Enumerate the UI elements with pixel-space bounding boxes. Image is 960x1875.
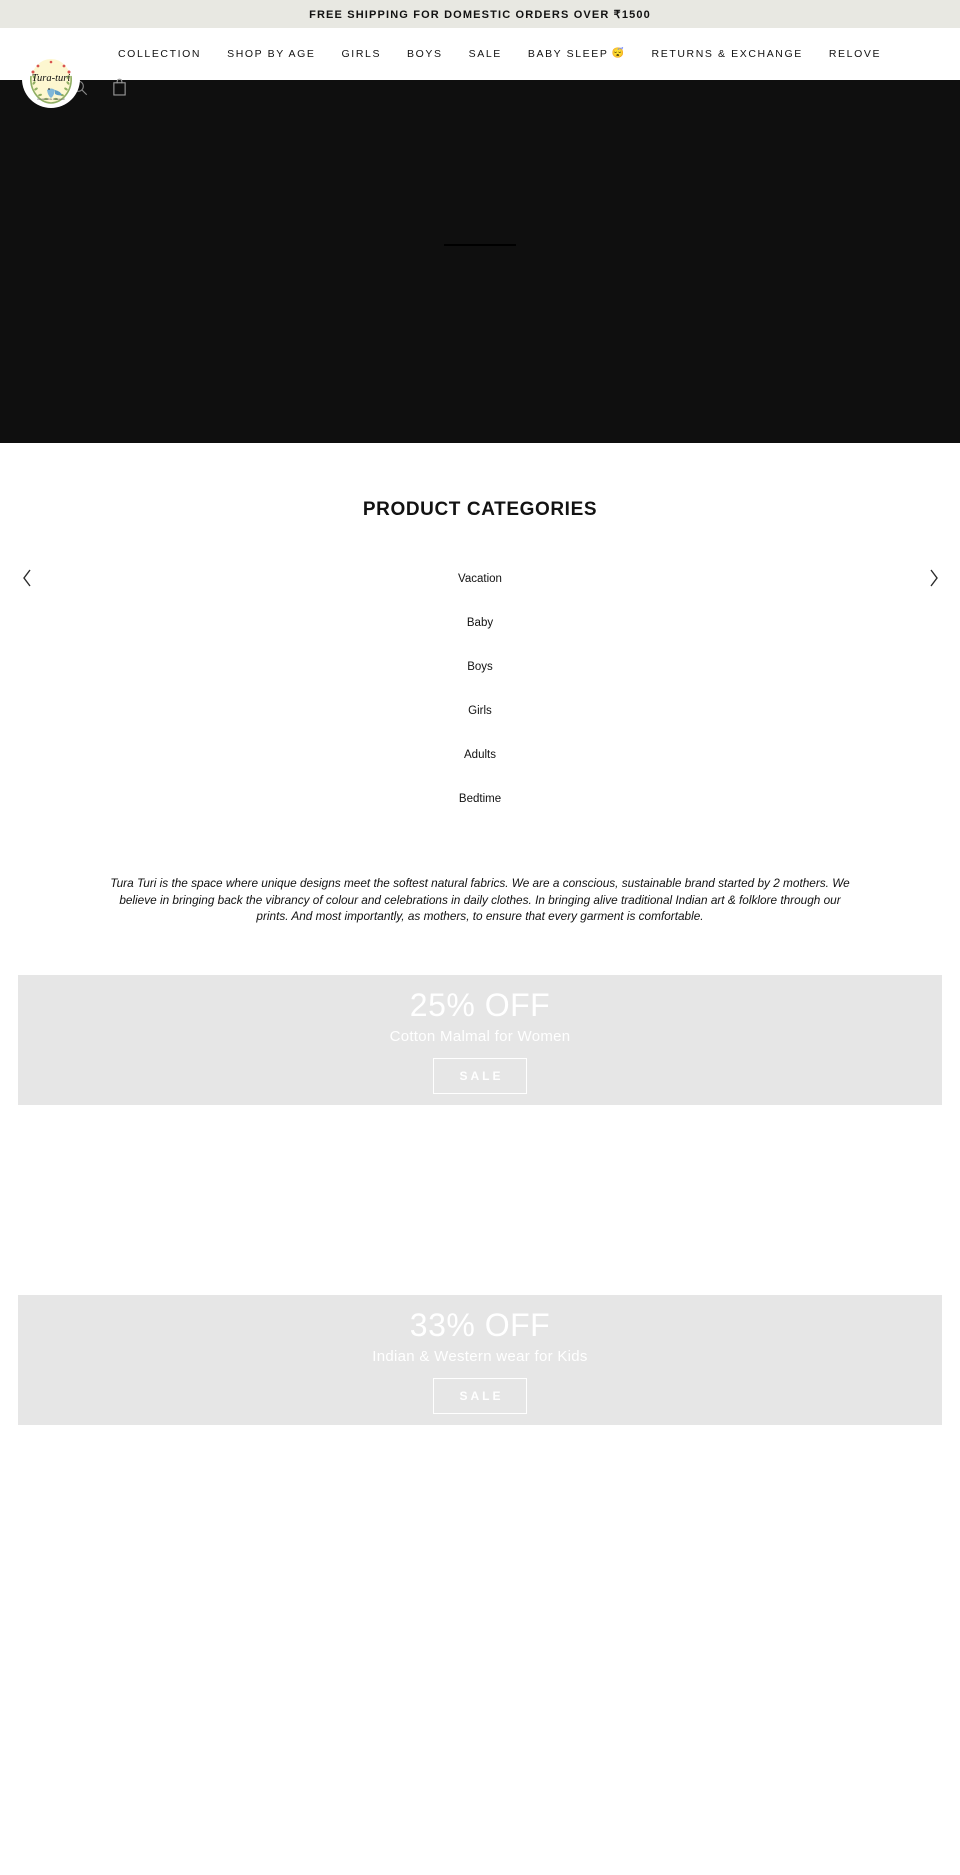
category-label: Boys — [467, 661, 493, 673]
promo-subtitle: Cotton Malmal for Women — [389, 1027, 571, 1045]
hero-divider — [444, 244, 516, 246]
product-categories-section: PRODUCT CATEGORIES Vacation Baby Boys Gi… — [0, 443, 960, 829]
category-item-vacation[interactable]: Vacation — [0, 557, 960, 601]
sleeping-face-icon: 😴 — [611, 48, 626, 59]
nav-label: BABY SLEEP — [527, 48, 609, 60]
category-item-baby[interactable]: Baby — [0, 601, 960, 645]
category-list: Vacation Baby Boys Girls Adults Bedtime — [0, 557, 960, 821]
nav-item-shop-by-age[interactable]: SHOP BY AGE — [214, 48, 328, 60]
promo-banner-kids[interactable]: 33% OFF Indian & Western wear for Kids S… — [18, 1294, 942, 1425]
category-item-adults[interactable]: Adults — [0, 733, 960, 777]
main-navigation: COLLECTION SHOP BY AGE GIRLS BOYS SALE B… — [105, 28, 894, 80]
nav-label: COLLECTION — [118, 48, 202, 60]
nav-item-sale[interactable]: SALE — [456, 48, 515, 60]
about-text: Tura Turi is the space where unique desi… — [110, 876, 850, 923]
nav-label: GIRLS — [341, 48, 382, 60]
category-label: Adults — [464, 749, 496, 761]
category-item-bedtime[interactable]: Bedtime — [0, 777, 960, 821]
page-title: PRODUCT CATEGORIES — [362, 499, 598, 520]
site-header: Tura-turi sustainable kidswear COLLECTIO… — [0, 28, 960, 108]
category-item-girls[interactable]: Girls — [0, 689, 960, 733]
promo-sale-button[interactable]: SALE — [433, 1057, 527, 1094]
carousel-next-button[interactable] — [916, 561, 950, 595]
carousel-prev-button[interactable] — [10, 561, 44, 595]
promo-sale-button[interactable]: SALE — [433, 1377, 527, 1414]
announcement-text: FREE SHIPPING FOR DOMESTIC ORDERS OVER ₹… — [309, 8, 651, 21]
nav-label: SALE — [468, 48, 502, 60]
category-label: Girls — [468, 705, 492, 717]
svg-text:Tura-turi: Tura-turi — [32, 73, 71, 84]
nav-label: SHOP BY AGE — [227, 48, 316, 60]
category-label: Baby — [466, 617, 494, 629]
hero-banner[interactable] — [0, 80, 960, 443]
nav-item-girls[interactable]: GIRLS — [329, 48, 395, 60]
promo-spacer — [18, 1104, 942, 1295]
category-carousel: Vacation Baby Boys Girls Adults Bedtime — [0, 557, 960, 829]
nav-label: BOYS — [407, 48, 443, 60]
about-section: Tura Turi is the space where unique desi… — [0, 829, 960, 925]
announcement-bar: FREE SHIPPING FOR DOMESTIC ORDERS OVER ₹… — [0, 0, 960, 28]
logo-icon: Tura-turi sustainable kidswear — [27, 52, 75, 106]
promo-banners: 25% OFF Cotton Malmal for Women SALE 33%… — [0, 974, 960, 1425]
category-label: Bedtime — [458, 793, 502, 805]
nav-item-returns-exchange[interactable]: RETURNS & EXCHANGE — [639, 48, 816, 60]
nav-item-relove[interactable]: RELOVE — [816, 48, 894, 60]
promo-subtitle: Indian & Western wear for Kids — [372, 1347, 588, 1365]
promo-headline: 25% OFF — [409, 986, 551, 1023]
promo-banner-women[interactable]: 25% OFF Cotton Malmal for Women SALE — [18, 974, 942, 1105]
svg-text:sustainable kidswear: sustainable kidswear — [37, 97, 65, 101]
category-item-boys[interactable]: Boys — [0, 645, 960, 689]
nav-label: RELOVE — [828, 48, 882, 60]
promo-headline: 33% OFF — [409, 1306, 551, 1343]
chevron-right-icon — [929, 569, 938, 587]
chevron-left-icon — [22, 569, 31, 587]
nav-item-collection[interactable]: COLLECTION — [105, 48, 214, 60]
nav-label: RETURNS & EXCHANGE — [651, 48, 803, 60]
cart-button[interactable] — [108, 76, 130, 98]
site-logo[interactable]: Tura-turi sustainable kidswear — [22, 50, 80, 108]
page-bottom-spacer — [0, 1424, 960, 1725]
nav-item-baby-sleep[interactable]: BABY SLEEP 😴 — [515, 48, 639, 60]
cart-icon — [112, 78, 126, 96]
category-label: Vacation — [458, 573, 502, 585]
nav-item-boys[interactable]: BOYS — [394, 48, 456, 60]
